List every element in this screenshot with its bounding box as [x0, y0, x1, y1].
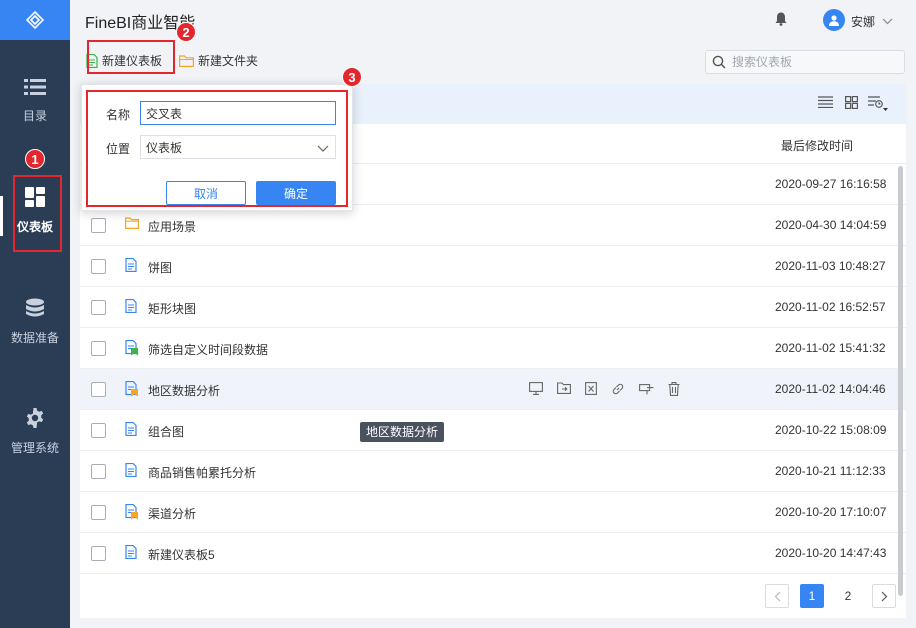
dashboard-file-icon	[125, 462, 137, 480]
app-logo[interactable]	[0, 0, 70, 40]
sidebar-item-label: 目录	[22, 109, 47, 123]
row-checkbox[interactable]	[91, 464, 106, 479]
dashboard-file-icon	[125, 544, 137, 562]
scrollbar[interactable]	[898, 166, 903, 596]
sidebar-item-label: 管理系统	[10, 441, 59, 455]
sidebar: 目录 仪表板 数据准备 管理系统	[0, 0, 70, 628]
table-row[interactable]: 组合图 2020-10-22 15:08:09	[80, 410, 906, 451]
row-time: 2020-11-02 16:52:57	[775, 300, 886, 314]
gear-icon	[25, 408, 45, 431]
new-folder-icon	[179, 54, 194, 67]
row-name: 渠道分析	[148, 507, 197, 521]
table-row[interactable]: 饼图 2020-11-03 10:48:27	[80, 246, 906, 287]
row-time: 2020-09-27 16:16:58	[775, 177, 887, 191]
row-checkbox[interactable]	[91, 341, 106, 356]
row-name: 地区数据分析	[148, 384, 221, 398]
preview-icon[interactable]	[529, 382, 543, 396]
table-row[interactable]: 渠道分析 2020-10-20 17:10:07	[80, 492, 906, 533]
page-button-1[interactable]: 1	[800, 584, 824, 608]
sidebar-item-label: 数据准备	[10, 331, 59, 345]
next-page-button[interactable]	[872, 584, 896, 608]
toolbar: 新建仪表板 新建文件夹	[80, 40, 906, 84]
new-folder-label: 新建文件夹	[198, 54, 259, 68]
prev-page-button[interactable]	[765, 584, 789, 608]
sort-icon[interactable]	[868, 96, 888, 115]
row-time: 2020-11-03 10:48:27	[775, 259, 886, 273]
dashboard-file-green-tag-icon	[125, 339, 139, 359]
table-row[interactable]: 矩形块图 2020-11-02 16:52:57	[80, 287, 906, 328]
search-input[interactable]	[732, 55, 892, 69]
search-box[interactable]	[705, 50, 905, 74]
dashboard-file-icon	[125, 298, 137, 316]
annotation-box-new-dashboard	[87, 40, 175, 74]
chevron-left-icon	[774, 591, 780, 601]
table-row[interactable]: 筛选自定义时间段数据 2020-11-02 15:41:32	[80, 328, 906, 369]
row-actions	[529, 382, 680, 396]
sidebar-item-data-prep[interactable]: 数据准备	[0, 298, 70, 346]
export-icon[interactable]	[585, 382, 597, 396]
row-name: 新建仪表板5	[148, 548, 215, 562]
annotation-marker-3: 3	[342, 67, 362, 87]
link-icon[interactable]	[611, 382, 625, 396]
row-time: 2020-11-02 15:41:32	[775, 341, 886, 355]
row-time: 2020-10-20 17:10:07	[775, 505, 887, 519]
annotation-box-dashboard-nav	[13, 175, 62, 252]
row-name: 组合图	[148, 425, 185, 439]
chevron-right-icon	[881, 591, 887, 601]
dashboard-file-orange-tag-icon	[125, 380, 139, 400]
row-checkbox[interactable]	[91, 546, 106, 561]
row-time: 2020-10-22 15:08:09	[775, 423, 887, 437]
table-row[interactable]: 新建仪表板5 2020-10-20 14:47:43	[80, 533, 906, 574]
row-time: 2020-04-30 14:04:59	[775, 218, 887, 232]
dashboard-file-icon	[125, 421, 137, 439]
share-icon[interactable]	[639, 382, 654, 396]
row-name: 饼图	[148, 261, 173, 275]
dashboard-file-icon	[125, 257, 137, 275]
modified-time-header[interactable]: 最后修改时间	[781, 137, 853, 154]
table-row[interactable]: 应用场景 2020-04-30 14:04:59	[80, 205, 906, 246]
chevron-down-icon[interactable]	[882, 14, 893, 28]
sidebar-item-catalog[interactable]: 目录	[0, 78, 70, 124]
table-row[interactable]: 商品销售帕累托分析 2020-10-21 11:12:33	[80, 451, 906, 492]
annotation-marker-1: 1	[25, 149, 45, 169]
logo-icon	[25, 10, 45, 30]
row-time: 2020-10-21 11:12:33	[775, 464, 886, 478]
delete-icon[interactable]	[668, 382, 680, 396]
row-time: 2020-11-02 14:04:46	[775, 382, 886, 396]
row-checkbox[interactable]	[91, 382, 106, 397]
row-name: 商品销售帕累托分析	[148, 466, 257, 480]
user-name[interactable]: 安娜	[851, 13, 875, 30]
table-row[interactable]: 地区数据分析 2020-11-02 14:04:46	[80, 369, 906, 410]
page-button-2[interactable]: 2	[836, 584, 860, 608]
grid-view-icon[interactable]	[845, 96, 859, 112]
database-icon	[25, 298, 45, 321]
list-icon	[24, 78, 46, 99]
sidebar-item-admin[interactable]: 管理系统	[0, 408, 70, 456]
move-to-folder-icon[interactable]	[557, 382, 571, 396]
row-checkbox[interactable]	[91, 505, 106, 520]
row-checkbox[interactable]	[91, 218, 106, 233]
list-view-icon[interactable]	[818, 96, 833, 111]
dashboard-file-orange-tag-icon	[125, 503, 139, 523]
avatar[interactable]	[823, 9, 845, 31]
search-icon	[712, 55, 726, 69]
new-folder-button[interactable]: 新建文件夹	[179, 52, 258, 69]
annotation-box-dialog	[86, 90, 348, 207]
row-time: 2020-10-20 14:47:43	[775, 546, 887, 560]
folder-icon	[125, 217, 139, 232]
user-icon	[829, 15, 839, 26]
row-name: 应用场景	[148, 220, 197, 234]
bell-icon[interactable]	[775, 12, 787, 29]
row-name: 矩形块图	[148, 302, 197, 316]
row-checkbox[interactable]	[91, 423, 106, 438]
row-name: 筛选自定义时间段数据	[148, 343, 269, 357]
header: FineBI商业智能 安娜	[70, 0, 916, 40]
row-checkbox[interactable]	[91, 259, 106, 274]
annotation-marker-2: 2	[176, 22, 196, 42]
row-checkbox[interactable]	[91, 300, 106, 315]
row-name-tooltip: 地区数据分析	[360, 422, 445, 442]
